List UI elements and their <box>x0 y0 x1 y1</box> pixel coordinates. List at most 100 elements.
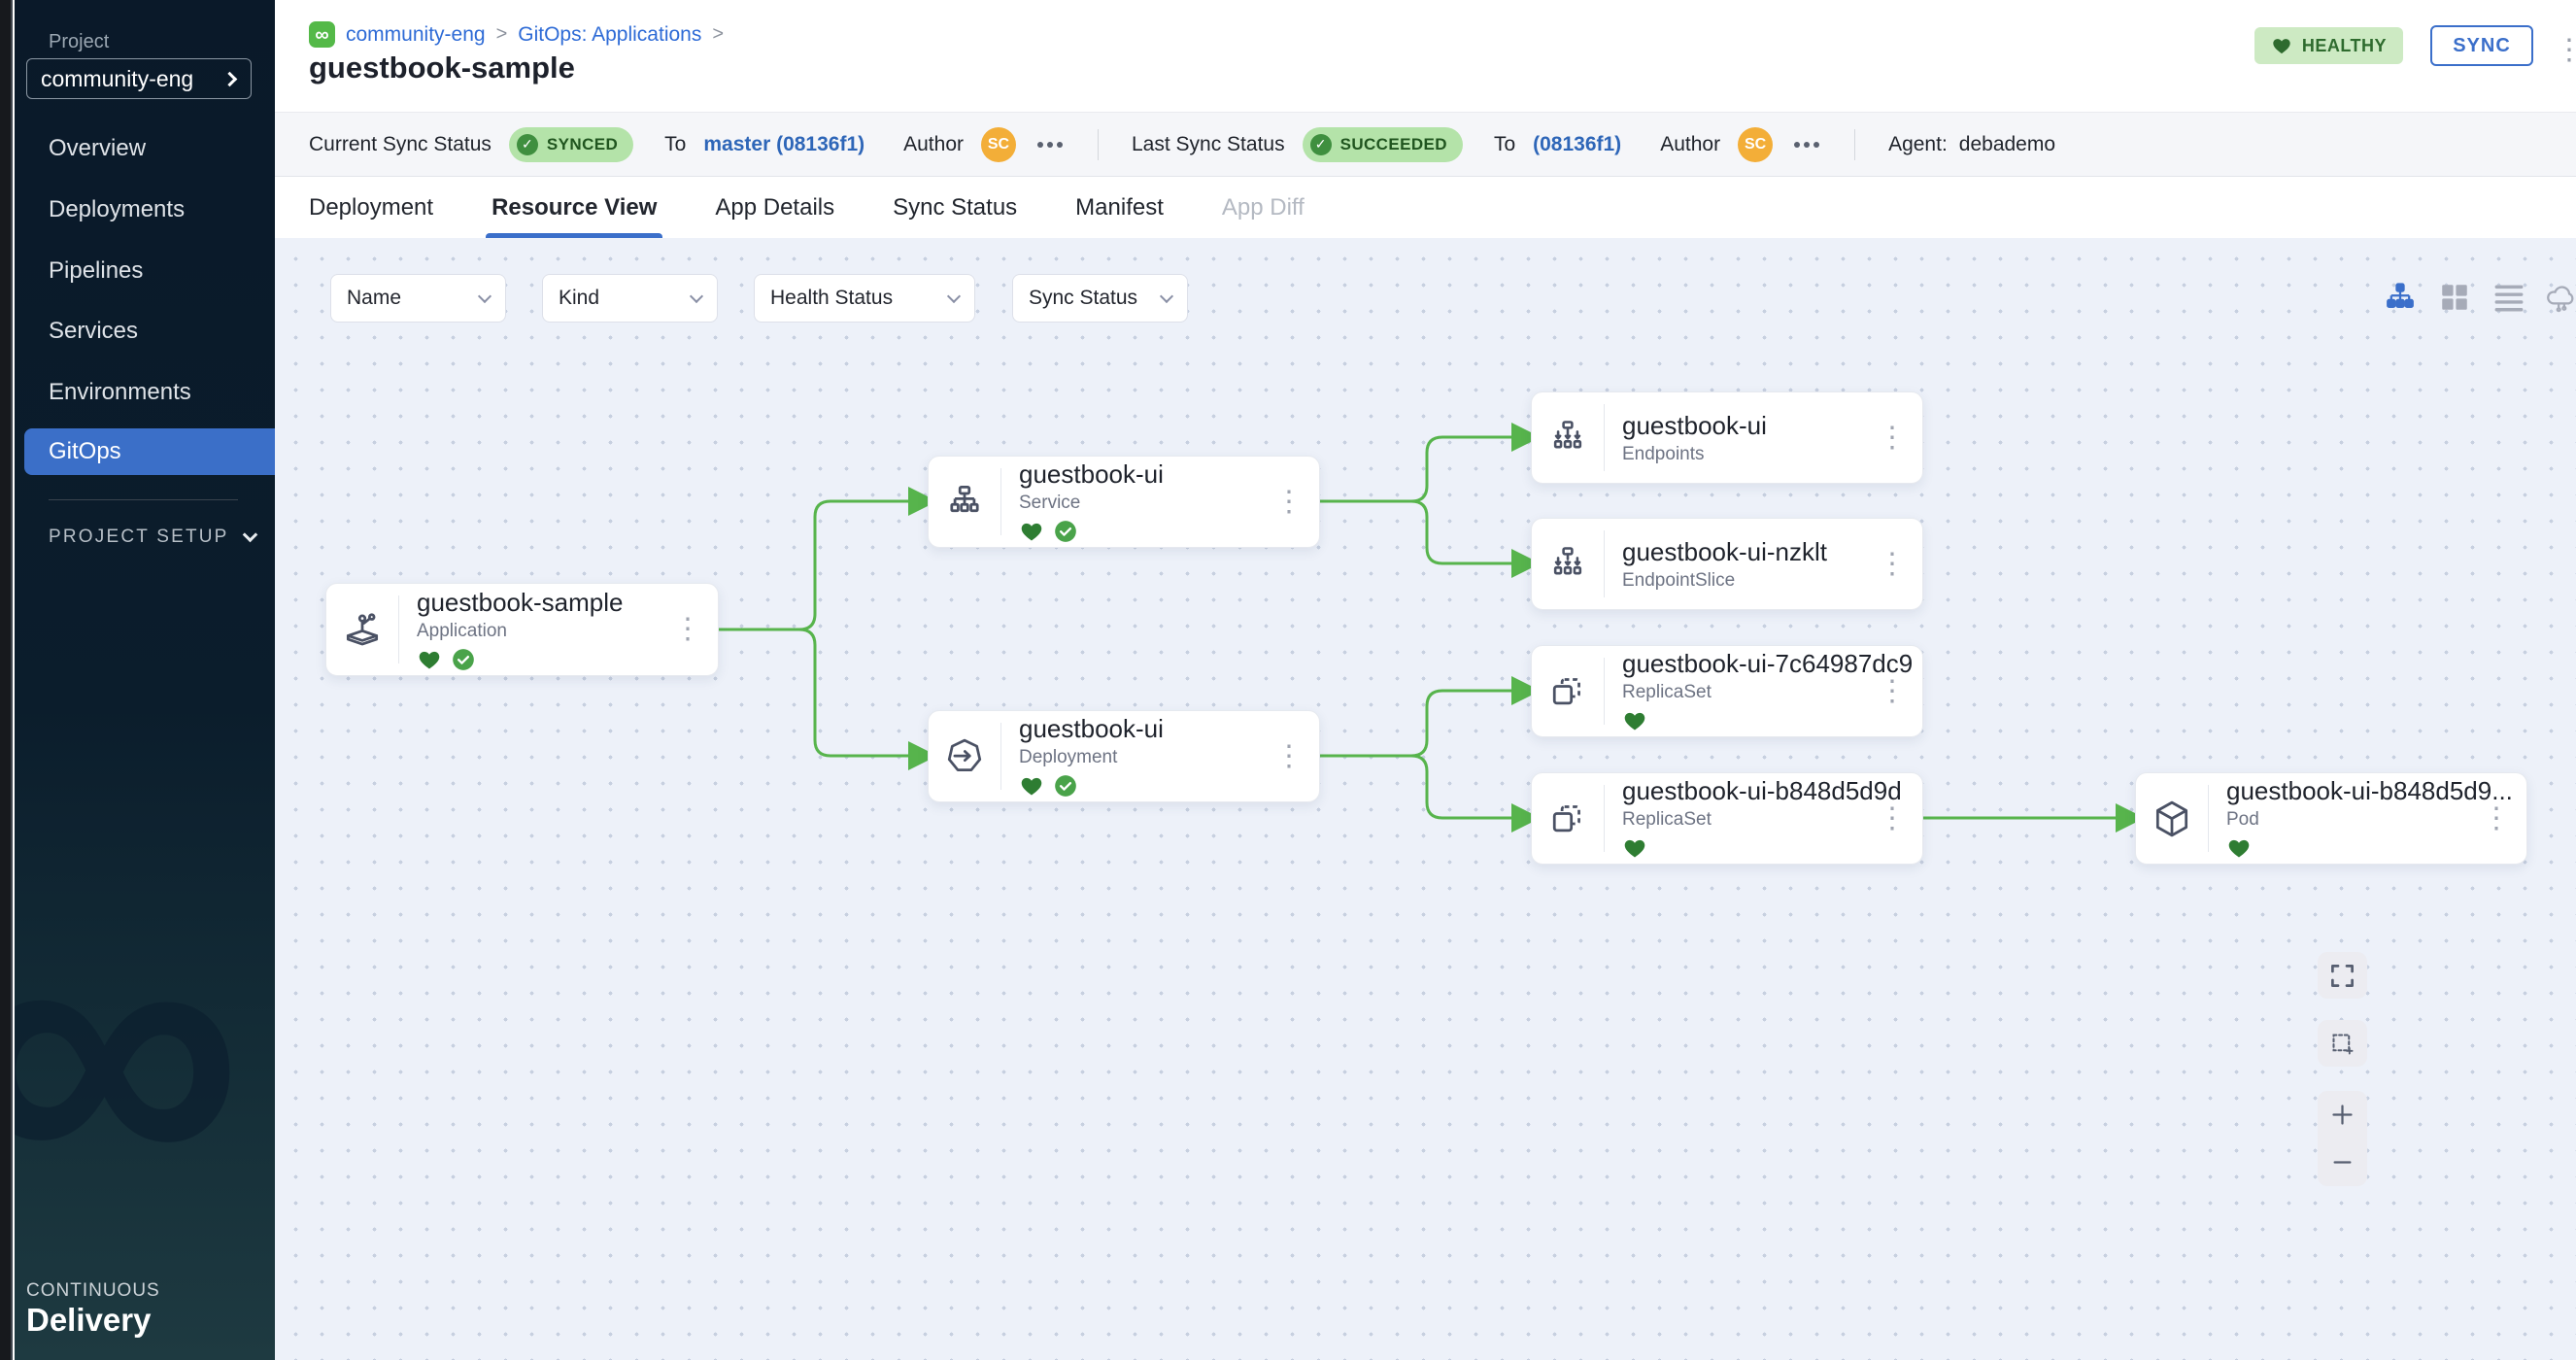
chevron-down-icon <box>1160 289 1173 302</box>
endpoints-icon <box>1532 417 1604 459</box>
endpointslice-icon <box>1532 543 1604 586</box>
node-kind: ReplicaSet <box>1622 809 1902 831</box>
author-avatar[interactable]: SC <box>981 127 1016 162</box>
node-badges <box>2226 835 2513 861</box>
node-title: guestbook-ui <box>1019 714 1164 744</box>
sync-button[interactable]: SYNC <box>2430 25 2533 66</box>
node-kebab-menu-icon[interactable]: ⋮ <box>1878 424 1907 453</box>
node-replicaset-1[interactable]: guestbook-ui-7c64987dc9 ReplicaSet ⋮ <box>1531 645 1923 737</box>
filter-name-dropdown[interactable]: Name <box>330 274 506 323</box>
zoom-out-button[interactable] <box>2318 1139 2367 1186</box>
tab-deployment[interactable]: Deployment <box>309 177 433 238</box>
current-sync-target-link[interactable]: master (08136f1) <box>703 133 864 156</box>
grid-view-icon[interactable] <box>2435 278 2474 317</box>
page-title: guestbook-sample <box>309 51 575 85</box>
sidebar-item-label: Overview <box>49 135 146 162</box>
tab-resource-view[interactable]: Resource View <box>491 177 657 238</box>
sidebar-item-services[interactable]: Services <box>15 308 275 355</box>
sidebar-item-overview[interactable]: Overview <box>15 125 275 172</box>
breadcrumb-project-link[interactable]: community-eng <box>346 23 486 47</box>
header-actions: HEALTHY SYNC <box>2254 25 2533 66</box>
chevron-right-icon <box>222 71 238 86</box>
health-badge-label: HEALTHY <box>2302 36 2387 56</box>
check-circle-icon: ✓ <box>1310 134 1332 155</box>
project-selector[interactable]: community-eng <box>26 58 252 99</box>
service-icon <box>929 481 1000 524</box>
filter-label: Health Status <box>770 287 893 310</box>
resource-graph-canvas[interactable]: Name Kind Health Status Sync Status <box>275 238 2576 1360</box>
node-kebab-menu-icon[interactable]: ⋮ <box>673 615 702 644</box>
tree-view-icon[interactable] <box>2381 278 2420 317</box>
sync-status-bar: Current Sync Status ✓ SYNCED To master (… <box>275 112 2576 177</box>
tab-app-details[interactable]: App Details <box>715 177 834 238</box>
sidebar-divider <box>49 499 238 500</box>
node-kebab-menu-icon[interactable]: ⋮ <box>1878 677 1907 706</box>
node-endpointslice[interactable]: guestbook-ui-nzklt EndpointSlice ⋮ <box>1531 518 1923 610</box>
tab-manifest[interactable]: Manifest <box>1075 177 1164 238</box>
node-kebab-menu-icon[interactable]: ⋮ <box>1274 488 1304 517</box>
filter-sync-status-dropdown[interactable]: Sync Status <box>1012 274 1188 323</box>
node-kind: Endpoints <box>1622 444 1767 465</box>
filter-label: Name <box>347 287 401 310</box>
sidebar-item-gitops[interactable]: GitOps <box>24 428 275 475</box>
health-status-badge: HEALTHY <box>2254 27 2403 64</box>
node-kebab-menu-icon[interactable]: ⋮ <box>1878 804 1907 833</box>
node-pod[interactable]: guestbook-ui-b848d5d9... Pod ⋮ <box>2135 772 2527 865</box>
succeeded-badge-label: SUCCEEDED <box>1340 135 1447 154</box>
sidebar-item-environments[interactable]: Environments <box>15 369 275 416</box>
node-kind: ReplicaSet <box>1622 682 1913 703</box>
node-title: guestbook-ui <box>1019 459 1164 490</box>
fullscreen-button[interactable] <box>2318 952 2367 999</box>
author-avatar[interactable]: SC <box>1738 127 1773 162</box>
filter-kind-dropdown[interactable]: Kind <box>542 274 718 323</box>
node-endpoints[interactable]: guestbook-ui Endpoints ⋮ <box>1531 391 1923 484</box>
chevron-down-icon <box>242 527 257 542</box>
node-kebab-menu-icon[interactable]: ⋮ <box>2482 804 2511 833</box>
node-kebab-menu-icon[interactable]: ⋮ <box>1274 742 1304 771</box>
marquee-select-button[interactable] <box>2318 1020 2367 1067</box>
node-deployment[interactable]: guestbook-ui Deployment ⋮ <box>928 710 1320 802</box>
healthy-heart-icon <box>1622 835 1647 861</box>
chevron-down-icon <box>947 289 961 302</box>
more-options-icon[interactable] <box>1794 142 1800 148</box>
node-title: guestbook-sample <box>417 588 623 618</box>
zoom-in-button[interactable] <box>2318 1091 2367 1139</box>
node-kebab-menu-icon[interactable]: ⋮ <box>1878 550 1907 579</box>
list-view-icon[interactable] <box>2490 278 2528 317</box>
current-sync-status-label: Current Sync Status <box>309 133 491 156</box>
node-title: guestbook-ui-b848d5d9d <box>1622 776 1902 806</box>
breadcrumb: ∞ community-eng > GitOps: Applications > <box>309 21 724 48</box>
tab-app-diff: App Diff <box>1222 177 1305 238</box>
app-root: ∞ Project community-eng Overview Deploym… <box>0 0 2576 1360</box>
deployment-icon <box>929 735 1000 778</box>
node-kind: Pod <box>2226 809 2513 831</box>
synced-check-icon <box>1053 519 1078 544</box>
more-options-icon[interactable] <box>1037 142 1043 148</box>
node-title: guestbook-ui-nzklt <box>1622 537 1827 567</box>
sidebar-item-label: GitOps <box>49 438 121 465</box>
project-setup-toggle[interactable]: PROJECT SETUP <box>49 527 255 548</box>
sidebar-item-pipelines[interactable]: Pipelines <box>15 248 275 294</box>
node-title: guestbook-ui-b848d5d9... <box>2226 776 2513 806</box>
node-application[interactable]: guestbook-sample Application ⋮ <box>325 583 719 676</box>
status-divider <box>1854 129 1855 160</box>
header-kebab-menu-icon[interactable]: ⋮ <box>2555 33 2576 67</box>
filter-health-status-dropdown[interactable]: Health Status <box>754 274 975 323</box>
breadcrumb-applications-link[interactable]: GitOps: Applications <box>518 23 701 47</box>
project-setup-label: PROJECT SETUP <box>49 527 229 548</box>
tab-sync-status[interactable]: Sync Status <box>893 177 1017 238</box>
breadcrumb-separator: > <box>496 23 508 46</box>
module-eyebrow: CONTINUOUS <box>26 1280 160 1302</box>
node-replicaset-2[interactable]: guestbook-ui-b848d5d9d ReplicaSet ⋮ <box>1531 772 1923 865</box>
pod-icon <box>2136 798 2208 840</box>
project-selector-value: community-eng <box>41 66 193 92</box>
cloud-view-icon[interactable] <box>2542 278 2576 317</box>
project-label: Project <box>49 31 109 53</box>
sidebar-item-label: Deployments <box>49 196 185 223</box>
window-edge-strip <box>0 0 13 1360</box>
node-service[interactable]: guestbook-ui Service ⋮ <box>928 456 1320 548</box>
sidebar-item-deployments[interactable]: Deployments <box>15 187 275 233</box>
sidebar-item-label: Services <box>49 318 138 345</box>
last-sync-target-link[interactable]: (08136f1) <box>1533 133 1621 156</box>
healthy-heart-icon <box>1622 708 1647 733</box>
